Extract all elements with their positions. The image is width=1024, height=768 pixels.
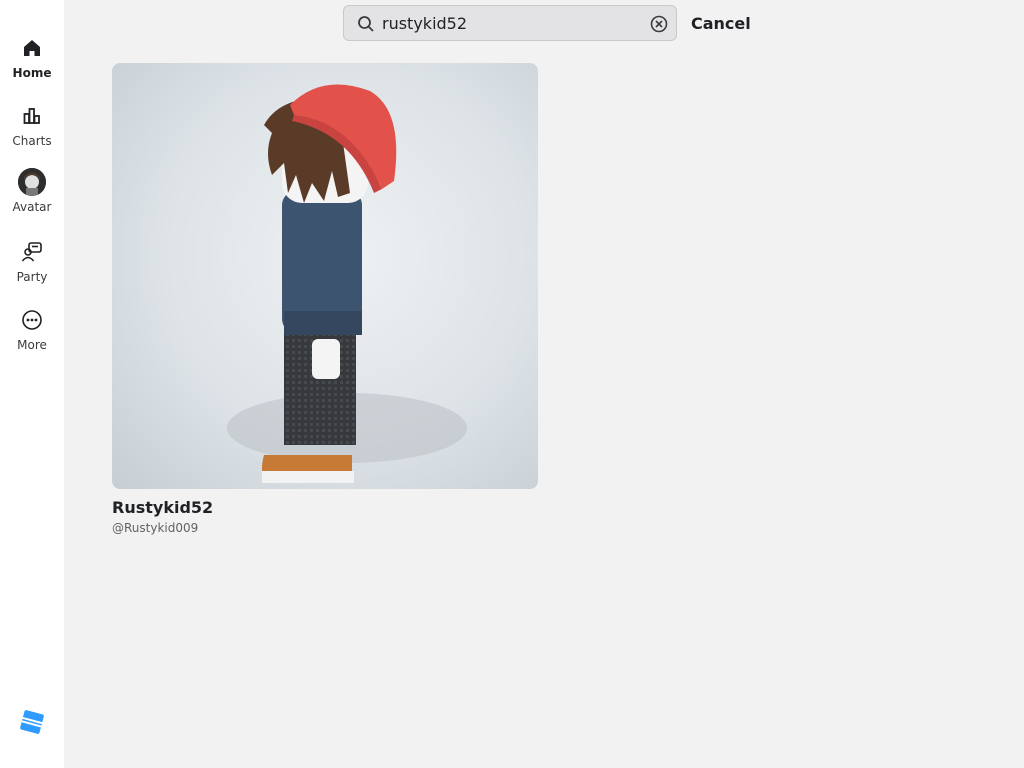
sidebar-item-label: Home: [12, 66, 52, 80]
search-input[interactable]: [382, 6, 642, 40]
sidebar-item-home[interactable]: Home: [0, 34, 64, 94]
sidebar-item-more[interactable]: More: [0, 306, 64, 366]
sidebar-item-label: Party: [16, 270, 48, 284]
sidebar: Home Charts Avatar Party More: [0, 0, 64, 768]
sidebar-item-label: More: [17, 338, 47, 352]
clear-search-icon[interactable]: [650, 15, 668, 33]
sidebar-item-party[interactable]: Party: [0, 238, 64, 298]
sidebar-item-charts[interactable]: Charts: [0, 102, 64, 162]
result-username: @Rustykid009: [112, 521, 199, 535]
sidebar-item-label: Avatar: [12, 200, 52, 214]
search-icon: [357, 15, 375, 33]
avatar-icon: [18, 168, 46, 196]
sidebar-item-label: Charts: [12, 134, 52, 148]
roblox-logo-icon[interactable]: [20, 710, 44, 734]
more-icon: [18, 306, 46, 334]
cancel-button[interactable]: Cancel: [691, 14, 751, 33]
search-bar: [343, 5, 677, 41]
home-icon: [18, 34, 46, 62]
result-card-avatar-image[interactable]: [112, 63, 538, 489]
party-icon: [18, 238, 46, 266]
avatar-render: [227, 84, 467, 483]
sidebar-item-avatar[interactable]: Avatar: [0, 168, 64, 228]
charts-icon: [18, 102, 46, 130]
result-display-name[interactable]: Rustykid52: [112, 498, 213, 517]
